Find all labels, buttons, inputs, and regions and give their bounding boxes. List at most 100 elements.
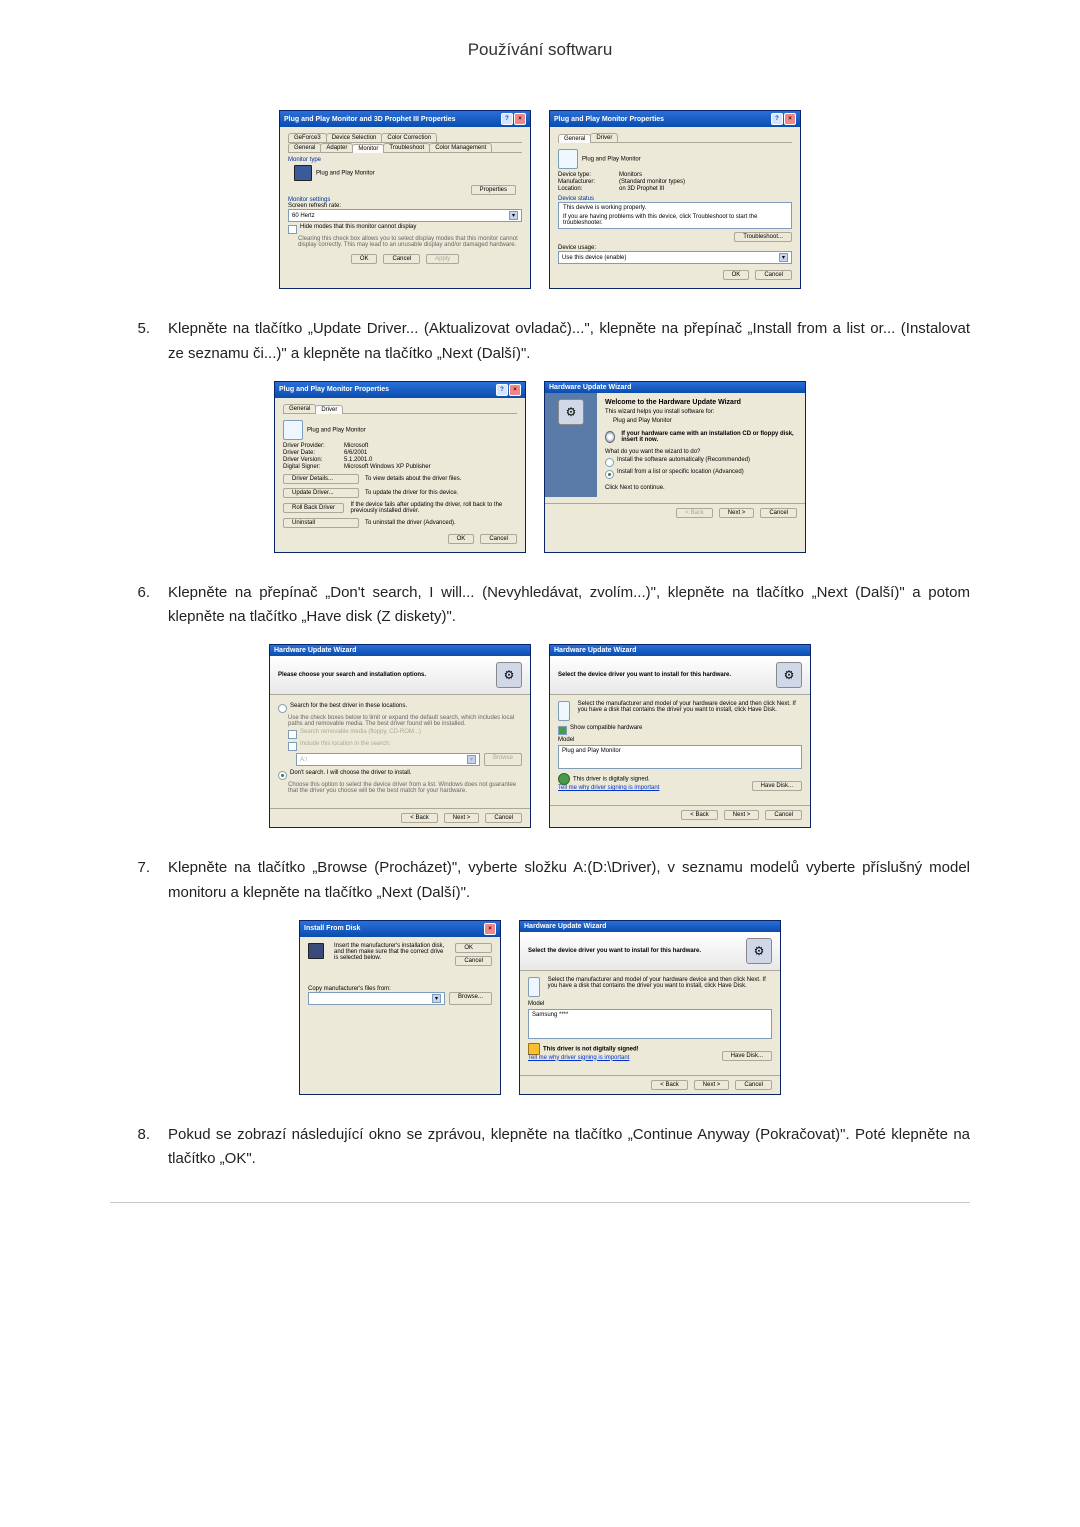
manufacturer-value: (Standard monitor types): [619, 179, 685, 185]
signed-icon: [558, 773, 570, 785]
cancel-button[interactable]: Cancel: [755, 270, 792, 280]
signing-link[interactable]: Tell me why driver signing is important: [528, 1055, 639, 1061]
uninstall-button[interactable]: Uninstall: [283, 518, 359, 528]
help-icon[interactable]: ?: [771, 113, 783, 125]
browse-button: Browse: [484, 753, 522, 766]
radio-auto-install[interactable]: Install the software automatically (Reco…: [605, 457, 797, 467]
next-button[interactable]: Next >: [444, 813, 480, 823]
digital-signer-label: Digital Signer:: [283, 464, 338, 470]
wizard-continue-text: Click Next to continue.: [605, 485, 797, 491]
next-button[interactable]: Next >: [694, 1080, 730, 1090]
ok-button[interactable]: OK: [351, 254, 378, 264]
cancel-button[interactable]: Cancel: [383, 254, 420, 264]
wizard-question: What do you want the wizard to do?: [605, 449, 797, 455]
not-signed-text: This driver is not digitally signed!: [543, 1046, 639, 1052]
list-item[interactable]: Plug and Play Monitor: [562, 748, 621, 754]
wizard-side-panel: ⚙: [545, 393, 597, 497]
signing-link[interactable]: Tell me why driver signing is important: [558, 785, 659, 791]
step-6: 6. Klepněte na přepínač „Don't search, I…: [110, 581, 970, 631]
tab-adapter[interactable]: Adapter: [320, 143, 353, 152]
cancel-button[interactable]: Cancel: [455, 956, 492, 966]
back-button[interactable]: < Back: [681, 810, 718, 820]
rollback-driver-button[interactable]: Roll Back Driver: [283, 503, 344, 513]
tab-color-mgmt[interactable]: Color Management: [429, 143, 492, 152]
chevron-down-icon[interactable]: ▾: [509, 211, 518, 220]
next-button[interactable]: Next >: [719, 508, 755, 518]
instruction-text: Select the manufacturer and model of you…: [578, 701, 802, 721]
model-listbox[interactable]: Plug and Play Monitor: [558, 745, 802, 769]
location-path-combo: A:\▾: [296, 753, 480, 766]
refresh-rate-combo[interactable]: 60 Hertz ▾: [288, 209, 522, 222]
radio-search-best[interactable]: Search for the best driver in these loca…: [278, 703, 522, 713]
monitor-icon: [528, 977, 540, 997]
floppy-icon: [308, 943, 324, 959]
tab-device-selection[interactable]: Device Selection: [326, 133, 383, 142]
checkbox-compatible[interactable]: Show compatible hardware: [558, 725, 802, 735]
model-label: Model: [528, 1001, 772, 1007]
model-label: Model: [558, 737, 802, 743]
titlebar: Hardware Update Wizard: [550, 645, 810, 656]
radio-label: Install from a list or specific location…: [617, 469, 744, 475]
tabs: General Driver: [283, 404, 517, 414]
search-best-desc: Use the check boxes below to limit or ex…: [278, 715, 522, 727]
ok-button[interactable]: OK: [723, 270, 750, 280]
radio-from-list[interactable]: Install from a list or specific location…: [605, 469, 797, 479]
update-driver-desc: To update the driver for this device.: [365, 490, 458, 496]
device-usage-value: Use this device (enable): [562, 255, 626, 261]
cancel-button[interactable]: Cancel: [485, 813, 522, 823]
device-usage-combo[interactable]: Use this device (enable) ▾: [558, 251, 792, 264]
cancel-button[interactable]: Cancel: [480, 534, 517, 544]
cancel-button[interactable]: Cancel: [765, 810, 802, 820]
troubleshoot-button[interactable]: Troubleshoot...: [734, 232, 792, 242]
tab-general[interactable]: General: [558, 134, 591, 143]
close-icon[interactable]: ×: [484, 923, 496, 935]
tab-general[interactable]: General: [288, 143, 321, 152]
driver-details-desc: To view details about the driver files.: [365, 476, 461, 482]
cd-icon: [605, 431, 615, 443]
close-icon[interactable]: ×: [514, 113, 526, 125]
next-button[interactable]: Next >: [724, 810, 760, 820]
checkbox-include-location: Include this location in the search:: [278, 741, 522, 751]
apply-button: Apply: [426, 254, 459, 264]
model-listbox[interactable]: Samsung ****: [528, 1009, 772, 1039]
help-icon[interactable]: ?: [501, 113, 513, 125]
hide-modes-checkbox[interactable]: Hide modes that this monitor cannot disp…: [288, 224, 522, 234]
have-disk-button[interactable]: Have Disk...: [752, 781, 802, 791]
close-icon[interactable]: ×: [509, 384, 521, 396]
update-driver-button[interactable]: Update Driver...: [283, 488, 359, 498]
chevron-down-icon[interactable]: ▾: [779, 253, 788, 262]
ok-button[interactable]: OK: [448, 534, 475, 544]
title-text: Plug and Play Monitor Properties: [279, 386, 389, 393]
digital-signer-value: Microsoft Windows XP Publisher: [344, 464, 431, 470]
copy-path-combo[interactable]: ▾: [308, 992, 445, 1005]
help-icon[interactable]: ?: [496, 384, 508, 396]
wizard-device-name: Plug and Play Monitor: [605, 415, 797, 427]
tab-color-correction[interactable]: Color Correction: [381, 133, 437, 142]
properties-button[interactable]: Properties: [471, 185, 516, 195]
cancel-button[interactable]: Cancel: [760, 508, 797, 518]
tab-driver[interactable]: Driver: [590, 133, 618, 142]
step-text: Klepněte na tlačítko „Update Driver... (…: [168, 317, 970, 367]
have-disk-button[interactable]: Have Disk...: [722, 1051, 772, 1061]
driver-details-button[interactable]: Driver Details...: [283, 474, 359, 484]
browse-button[interactable]: Browse...: [449, 992, 492, 1005]
back-button[interactable]: < Back: [651, 1080, 688, 1090]
tab-geforce3[interactable]: GeForce3: [288, 133, 327, 142]
back-button: < Back: [676, 508, 713, 518]
tab-driver[interactable]: Driver: [315, 405, 343, 414]
radio-dont-search[interactable]: Don't search. I will choose the driver t…: [278, 770, 522, 780]
tab-monitor[interactable]: Monitor: [352, 144, 384, 153]
cancel-button[interactable]: Cancel: [735, 1080, 772, 1090]
tab-general[interactable]: General: [283, 404, 316, 413]
close-icon[interactable]: ×: [784, 113, 796, 125]
dialog-row-4: Install From Disk × Insert the manufactu…: [110, 920, 970, 1095]
page-title: Používání softwaru: [110, 40, 970, 60]
ok-button[interactable]: OK: [455, 943, 492, 953]
back-button[interactable]: < Back: [401, 813, 438, 823]
title-text: Hardware Update Wizard: [274, 647, 356, 654]
device-name: Plug and Play Monitor: [307, 427, 366, 433]
hide-modes-desc: Clearing this check box allows you to se…: [288, 236, 522, 248]
chevron-down-icon[interactable]: ▾: [432, 994, 441, 1003]
list-item[interactable]: Samsung ****: [532, 1012, 568, 1018]
tab-troubleshoot[interactable]: Troubleshoot: [383, 143, 430, 152]
